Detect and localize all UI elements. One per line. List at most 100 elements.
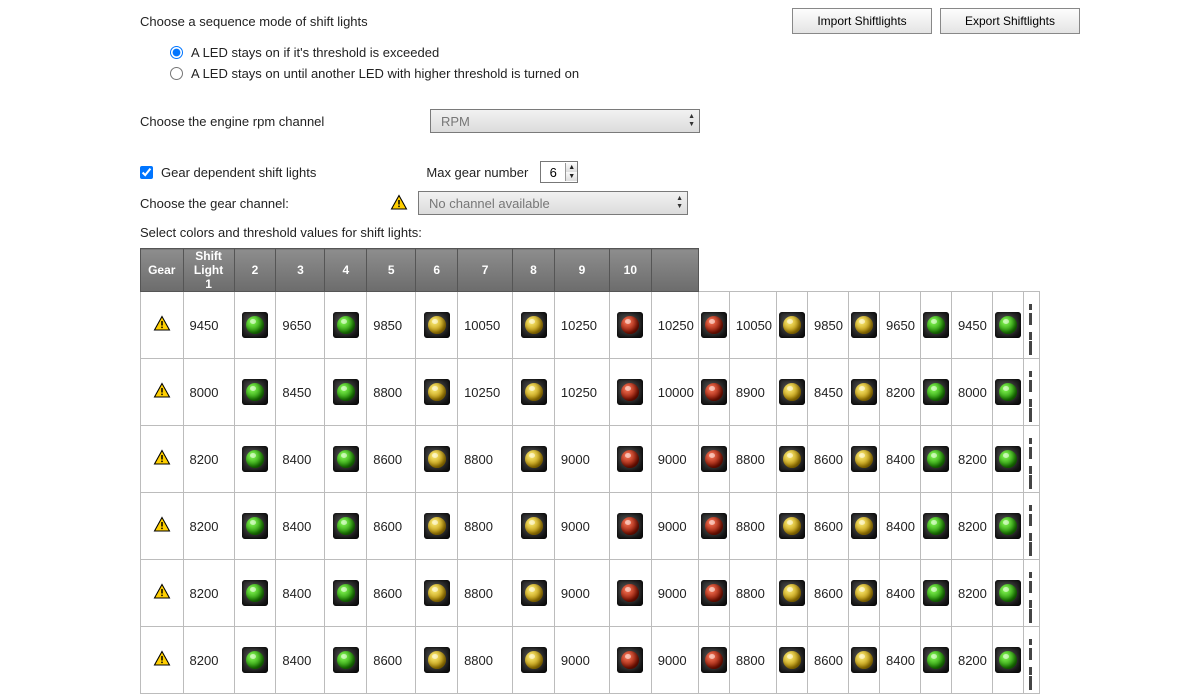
chart-icon[interactable]: [1028, 563, 1035, 623]
threshold-cell[interactable]: 8200: [951, 560, 992, 627]
led-yellow-icon[interactable]: [779, 379, 805, 405]
led-cell[interactable]: [849, 426, 880, 493]
led-green-icon[interactable]: [333, 580, 359, 606]
led-green-icon[interactable]: [923, 580, 949, 606]
threshold-cell[interactable]: 8200: [880, 359, 921, 426]
led-yellow-icon[interactable]: [424, 312, 450, 338]
led-red-icon[interactable]: [701, 379, 727, 405]
led-cell[interactable]: [325, 426, 367, 493]
threshold-cell[interactable]: 8600: [367, 627, 416, 694]
led-green-icon[interactable]: [923, 379, 949, 405]
threshold-cell[interactable]: 8450: [276, 359, 325, 426]
threshold-cell[interactable]: 10250: [554, 359, 609, 426]
export-shiftlights-button[interactable]: Export Shiftlights: [940, 8, 1080, 34]
led-cell[interactable]: [325, 359, 367, 426]
led-cell[interactable]: [698, 426, 729, 493]
led-green-icon[interactable]: [242, 379, 268, 405]
led-yellow-icon[interactable]: [424, 446, 450, 472]
led-cell[interactable]: [234, 292, 276, 359]
threshold-cell[interactable]: 8400: [276, 560, 325, 627]
led-cell[interactable]: [920, 560, 951, 627]
led-yellow-icon[interactable]: [851, 312, 877, 338]
led-cell[interactable]: [609, 426, 651, 493]
led-yellow-icon[interactable]: [424, 580, 450, 606]
threshold-cell[interactable]: 8600: [808, 426, 849, 493]
led-red-icon[interactable]: [617, 580, 643, 606]
led-cell[interactable]: [416, 292, 458, 359]
led-cell[interactable]: [992, 292, 1023, 359]
import-shiftlights-button[interactable]: Import Shiftlights: [792, 8, 932, 34]
led-yellow-icon[interactable]: [779, 647, 805, 673]
threshold-cell[interactable]: 8900: [729, 359, 776, 426]
threshold-cell[interactable]: 10250: [554, 292, 609, 359]
threshold-cell[interactable]: 10050: [458, 292, 513, 359]
threshold-cell[interactable]: 8800: [729, 560, 776, 627]
threshold-cell[interactable]: 8200: [183, 426, 234, 493]
led-cell[interactable]: [849, 359, 880, 426]
threshold-cell[interactable]: 8200: [183, 560, 234, 627]
led-green-icon[interactable]: [995, 580, 1021, 606]
gear-channel-combo[interactable]: No channel available ▲▼: [418, 191, 688, 215]
led-cell[interactable]: [992, 359, 1023, 426]
led-cell[interactable]: [849, 560, 880, 627]
threshold-cell[interactable]: 9850: [367, 292, 416, 359]
threshold-cell[interactable]: 8800: [458, 426, 513, 493]
threshold-cell[interactable]: 9000: [554, 493, 609, 560]
threshold-cell[interactable]: 8000: [183, 359, 234, 426]
led-green-icon[interactable]: [995, 513, 1021, 539]
led-red-icon[interactable]: [617, 312, 643, 338]
sequence-mode-radio-0[interactable]: [170, 46, 183, 59]
led-cell[interactable]: [920, 292, 951, 359]
led-cell[interactable]: [416, 359, 458, 426]
chart-icon[interactable]: [1028, 362, 1035, 422]
led-cell[interactable]: [513, 292, 555, 359]
led-cell[interactable]: [234, 426, 276, 493]
led-cell[interactable]: [698, 493, 729, 560]
led-cell[interactable]: [777, 627, 808, 694]
led-cell[interactable]: [513, 426, 555, 493]
led-green-icon[interactable]: [333, 446, 359, 472]
threshold-cell[interactable]: 8600: [367, 426, 416, 493]
led-yellow-icon[interactable]: [779, 312, 805, 338]
threshold-cell[interactable]: 9000: [651, 627, 698, 694]
row-chart-button[interactable]: [1023, 627, 1039, 694]
threshold-cell[interactable]: 8600: [808, 560, 849, 627]
led-red-icon[interactable]: [617, 379, 643, 405]
led-green-icon[interactable]: [333, 379, 359, 405]
led-yellow-icon[interactable]: [851, 446, 877, 472]
led-cell[interactable]: [609, 493, 651, 560]
led-cell[interactable]: [513, 493, 555, 560]
threshold-cell[interactable]: 8400: [880, 560, 921, 627]
row-chart-button[interactable]: [1023, 359, 1039, 426]
chart-icon[interactable]: [1028, 429, 1035, 489]
led-cell[interactable]: [992, 627, 1023, 694]
led-cell[interactable]: [609, 359, 651, 426]
led-yellow-icon[interactable]: [779, 580, 805, 606]
threshold-cell[interactable]: 9000: [651, 426, 698, 493]
led-green-icon[interactable]: [242, 513, 268, 539]
led-cell[interactable]: [849, 627, 880, 694]
led-green-icon[interactable]: [923, 647, 949, 673]
threshold-cell[interactable]: 8800: [729, 426, 776, 493]
led-cell[interactable]: [416, 493, 458, 560]
led-red-icon[interactable]: [701, 580, 727, 606]
led-cell[interactable]: [513, 359, 555, 426]
chart-icon[interactable]: [1028, 496, 1035, 556]
led-cell[interactable]: [777, 359, 808, 426]
threshold-cell[interactable]: 8200: [183, 627, 234, 694]
led-cell[interactable]: [609, 560, 651, 627]
threshold-cell[interactable]: 10000: [651, 359, 698, 426]
led-yellow-icon[interactable]: [851, 379, 877, 405]
led-yellow-icon[interactable]: [521, 379, 547, 405]
led-cell[interactable]: [325, 493, 367, 560]
threshold-cell[interactable]: 8400: [276, 426, 325, 493]
chart-icon[interactable]: [1028, 630, 1035, 690]
threshold-cell[interactable]: 9000: [651, 560, 698, 627]
led-cell[interactable]: [920, 493, 951, 560]
threshold-cell[interactable]: 8800: [458, 493, 513, 560]
led-cell[interactable]: [234, 627, 276, 694]
led-cell[interactable]: [698, 359, 729, 426]
threshold-cell[interactable]: 8400: [880, 493, 921, 560]
row-chart-button[interactable]: [1023, 292, 1039, 359]
led-cell[interactable]: [849, 493, 880, 560]
